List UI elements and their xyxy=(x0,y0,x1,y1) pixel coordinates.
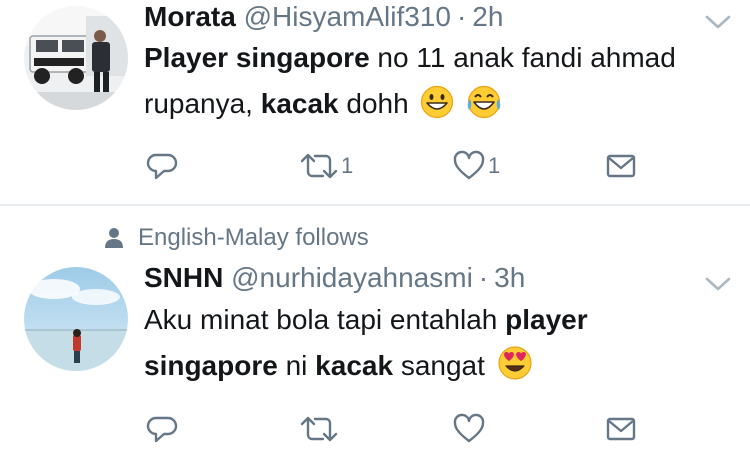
tweet-text: Player singapore no 11 anak fandi ahmad … xyxy=(144,35,704,127)
user-handle[interactable]: @HisyamAlif310 xyxy=(244,1,451,32)
user-handle[interactable]: @nurhidayahnasmi xyxy=(231,262,473,293)
like-button[interactable] xyxy=(452,412,488,446)
chevron-down-icon[interactable] xyxy=(703,274,733,294)
avatar[interactable] xyxy=(24,267,128,371)
retweet-icon xyxy=(300,153,338,179)
tweet-text: Aku minat bola tapi entahlah player sing… xyxy=(144,297,704,389)
person-icon xyxy=(105,228,123,248)
reply-icon xyxy=(146,416,178,443)
social-context: English-Malay follows xyxy=(104,224,369,252)
tweet-text-segment: Aku minat bola tapi entahlah xyxy=(144,304,506,335)
smiling-face-with-heart-eyes-emoji xyxy=(498,346,532,380)
avatar[interactable] xyxy=(24,6,128,110)
tweet[interactable]: Morata @HisyamAlif310 · 2h Player singapor… xyxy=(0,0,750,204)
tweet-header: Morata @HisyamAlif310 · 2h xyxy=(144,0,503,34)
separator: · xyxy=(456,1,467,32)
tweet-text-segment: kacak xyxy=(315,350,394,381)
retweet-button[interactable]: 1 xyxy=(299,149,353,183)
tweet-text-segment: dohh xyxy=(338,88,409,119)
envelope-icon xyxy=(606,154,636,178)
like-button[interactable]: 1 xyxy=(452,149,500,183)
social-context-text[interactable]: English-Malay follows xyxy=(138,224,369,252)
heart-icon xyxy=(453,150,485,180)
timestamp[interactable]: 3h xyxy=(494,262,525,293)
tweet-text-segment: Player singapore xyxy=(144,42,370,73)
tweet-header: SNHN @nurhidayahnasmi · 3h xyxy=(144,261,525,295)
tweet-text-segment: sangat xyxy=(393,350,485,381)
reply-button[interactable] xyxy=(146,149,180,183)
tweet-text-segment: kacak xyxy=(260,88,339,119)
retweet-icon xyxy=(300,416,338,442)
display-name[interactable]: Morata xyxy=(144,1,236,32)
direct-message-button[interactable] xyxy=(606,149,636,183)
tweet-text-segment: ni xyxy=(277,350,316,381)
chevron-down-icon[interactable] xyxy=(703,12,733,32)
display-name[interactable]: SNHN xyxy=(144,262,223,293)
tweet[interactable]: English-Malay follows SNHN @nurhidayahna… xyxy=(0,206,750,461)
face-with-tears-of-joy-emoji xyxy=(467,85,501,119)
grinning-face-emoji xyxy=(421,85,454,119)
direct-message-button[interactable] xyxy=(606,412,636,446)
timestamp[interactable]: 2h xyxy=(472,1,503,32)
retweet-button[interactable] xyxy=(299,412,341,446)
envelope-icon xyxy=(606,417,636,441)
heart-icon xyxy=(453,413,485,443)
retweet-count: 1 xyxy=(341,153,354,178)
reply-icon xyxy=(146,153,178,180)
reply-button[interactable] xyxy=(146,412,180,446)
separator: · xyxy=(478,262,489,293)
like-count: 1 xyxy=(488,153,501,178)
